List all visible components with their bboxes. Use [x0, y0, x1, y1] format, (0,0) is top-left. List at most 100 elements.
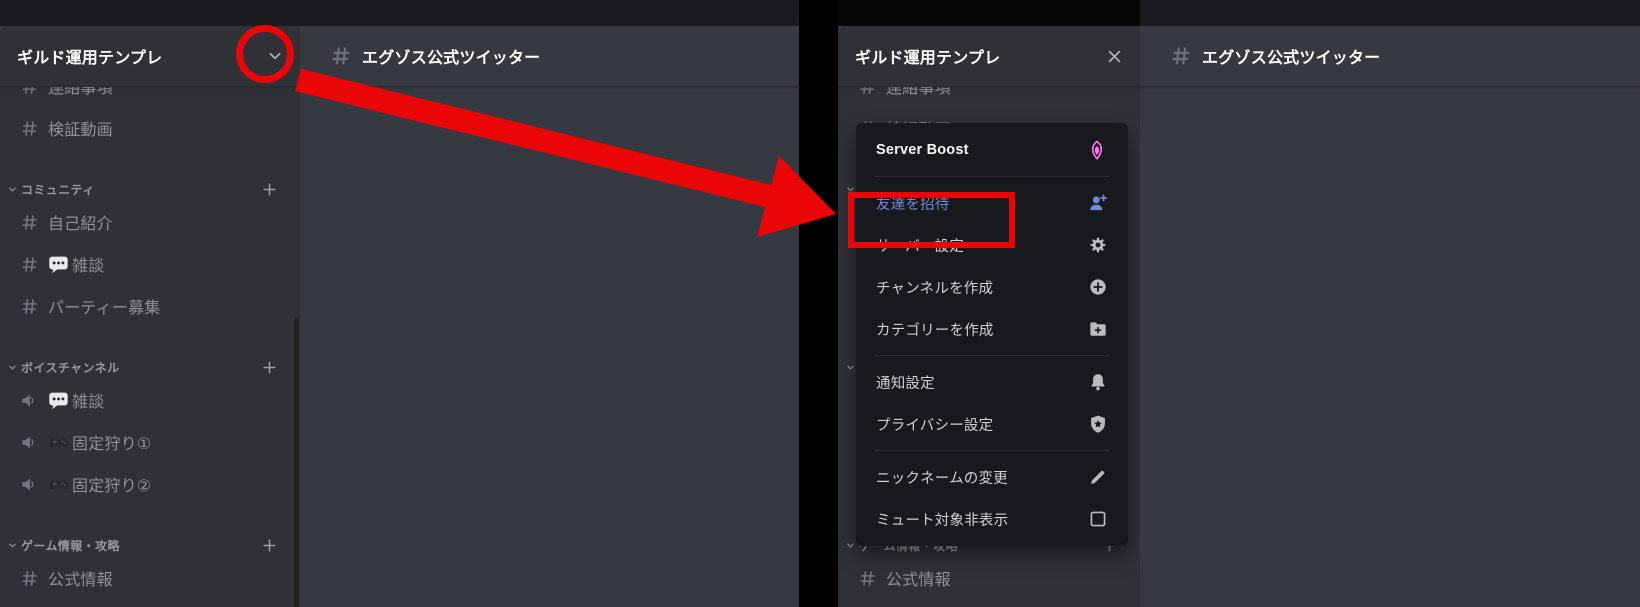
menu-separator — [874, 176, 1110, 177]
bell-icon — [1088, 372, 1108, 392]
menu-item-label: ミュート対象非表示 — [876, 512, 1009, 529]
annotation-red-box — [848, 192, 1015, 248]
volume-icon — [20, 391, 39, 410]
window-top-strip — [0, 0, 799, 26]
channel-name: 雑談 — [72, 258, 105, 275]
user-add-icon — [1088, 193, 1108, 213]
menu-item-label: チャンネルを作成 — [876, 280, 994, 297]
plus-icon[interactable] — [261, 537, 278, 554]
category-row[interactable]: ゲーム情報・攻略 — [0, 533, 300, 557]
hash-icon — [20, 86, 39, 96]
sidebar-scrollbar[interactable] — [294, 318, 299, 607]
left-screenshot: ギルド運用テンプレ 連絡事項 検証動画 コミュニティ 自己紹介 雑談 パーティー募集 ボイス… — [0, 0, 799, 607]
right-screenshot: ギルド運用テンプレ 連絡事項検証動画コミュニティ自己紹介雑談パーティー募集ボイス… — [838, 0, 1640, 607]
volume-icon — [20, 475, 39, 494]
channel-name: 連絡事項 — [48, 86, 113, 97]
channel-name: 連絡事項 — [886, 86, 951, 97]
menu-item-label: Server Boost — [876, 142, 969, 158]
category-label: ボイスチャンネル — [21, 360, 120, 375]
boost-icon — [1086, 139, 1108, 161]
hash-icon — [20, 119, 39, 138]
menu-item-privacy-settings[interactable]: プライバシー設定 — [864, 403, 1120, 445]
server-name: ギルド運用テンプレ — [855, 50, 1001, 67]
voice-channel-row[interactable]: 雑談 — [0, 379, 300, 421]
video-game-emoji — [48, 474, 69, 495]
speech-balloon-emoji — [48, 390, 69, 411]
plus-icon[interactable] — [261, 181, 278, 198]
menu-item-label: プライバシー設定 — [876, 417, 994, 434]
text-channel-row[interactable]: パーティー募集 — [0, 285, 300, 327]
plus-icon[interactable] — [261, 359, 278, 376]
text-channel-row[interactable]: 連絡事項 — [838, 86, 1140, 107]
hash-icon — [858, 569, 877, 588]
circle-plus-icon — [1088, 277, 1108, 297]
chevron-down-icon — [8, 541, 17, 550]
chevron-down-icon — [846, 363, 855, 372]
pencil-icon — [1088, 467, 1108, 487]
menu-item-create-category[interactable]: カテゴリーを作成 — [864, 308, 1120, 350]
menu-item-hide-muted[interactable]: ミュート対象非表示 — [864, 498, 1120, 540]
hash-icon — [20, 569, 39, 588]
menu-item-change-nickname[interactable]: ニックネームの変更 — [864, 456, 1120, 498]
category-row[interactable]: コミュニティ — [0, 177, 300, 201]
chevron-down-icon — [8, 185, 17, 194]
speech-balloon-emoji — [48, 254, 69, 275]
server-name: ギルド運用テンプレ — [17, 50, 163, 67]
close-icon[interactable] — [1106, 48, 1123, 65]
menu-item-label: 通知設定 — [876, 375, 935, 392]
channel-name: 公式情報 — [886, 572, 951, 589]
checkbox-icon — [1088, 509, 1108, 529]
window-top-strip — [838, 0, 1640, 26]
channel-list: 連絡事項検証動画コミュニティ自己紹介雑談パーティー募集ボイスチャンネル雑談固定狩… — [0, 86, 300, 599]
text-channel-row[interactable]: 公式情報 — [838, 557, 1140, 599]
text-channel-row[interactable]: 自己紹介 — [0, 201, 300, 243]
channel-title: エグゾス公式ツイッター — [1202, 50, 1381, 67]
channel-name: 自己紹介 — [48, 216, 113, 233]
text-channel-row[interactable]: 連絡事項 — [0, 86, 300, 107]
channel-name: 固定狩り② — [72, 478, 152, 495]
channel-list-body: 連絡事項検証動画コミュニティ自己紹介雑談パーティー募集ボイスチャンネル雑談固定狩… — [0, 86, 300, 607]
server-header[interactable]: ギルド運用テンプレ — [838, 26, 1140, 86]
hash-icon — [20, 297, 39, 316]
menu-item-label: カテゴリーを作成 — [876, 322, 994, 339]
category-label: ゲーム情報・攻略 — [21, 538, 120, 553]
text-channel-row[interactable]: 公式情報 — [0, 557, 300, 599]
menu-separator — [874, 450, 1110, 451]
channel-header-bar: エグゾス公式ツイッター — [300, 26, 799, 86]
hash-icon — [20, 213, 39, 232]
shield-star-icon — [1088, 414, 1108, 434]
channel-name: 雑談 — [72, 394, 105, 411]
hash-icon — [330, 45, 352, 67]
channel-sidebar: ギルド運用テンプレ 連絡事項検証動画コミュニティ自己紹介雑談パーティー募集ボイス… — [838, 26, 1140, 607]
category-label: コミュニティ — [21, 182, 95, 197]
hash-icon — [20, 255, 39, 274]
hash-icon — [1170, 45, 1192, 67]
folder-plus-icon — [1088, 319, 1108, 339]
channel-name: 固定狩り① — [72, 436, 152, 453]
channel-sidebar: ギルド運用テンプレ 連絡事項検証動画コミュニティ自己紹介雑談パーティー募集ボイス… — [0, 26, 300, 607]
channel-name: パーティー募集 — [48, 300, 161, 317]
text-channel-row[interactable]: 雑談 — [0, 243, 300, 285]
channel-title: エグゾス公式ツイッター — [362, 50, 541, 67]
menu-item-server-boost[interactable]: Server Boost — [864, 129, 1120, 171]
menu-separator — [874, 355, 1110, 356]
menu-item-notification-settings[interactable]: 通知設定 — [864, 361, 1120, 403]
hash-icon — [858, 86, 877, 96]
top-strip-dark-segment — [838, 0, 1140, 26]
channel-name: 検証動画 — [48, 122, 113, 139]
text-channel-row[interactable]: 検証動画 — [0, 107, 300, 149]
voice-channel-row[interactable]: 固定狩り① — [0, 421, 300, 463]
channel-name: 公式情報 — [48, 572, 113, 589]
voice-channel-row[interactable]: 固定狩り② — [0, 463, 300, 505]
menu-item-label: ニックネームの変更 — [876, 470, 1008, 487]
volume-icon — [20, 433, 39, 452]
gear-icon — [1088, 235, 1108, 255]
menu-item-create-channel[interactable]: チャンネルを作成 — [864, 266, 1120, 308]
category-row[interactable]: ボイスチャンネル — [0, 355, 300, 379]
chevron-down-icon — [846, 541, 855, 550]
chevron-down-icon — [8, 363, 17, 372]
video-game-emoji — [48, 432, 69, 453]
annotation-red-circle — [236, 25, 294, 83]
channel-header-bar: エグゾス公式ツイッター — [1140, 26, 1640, 86]
chat-area: エグゾス公式ツイッター — [300, 26, 799, 607]
